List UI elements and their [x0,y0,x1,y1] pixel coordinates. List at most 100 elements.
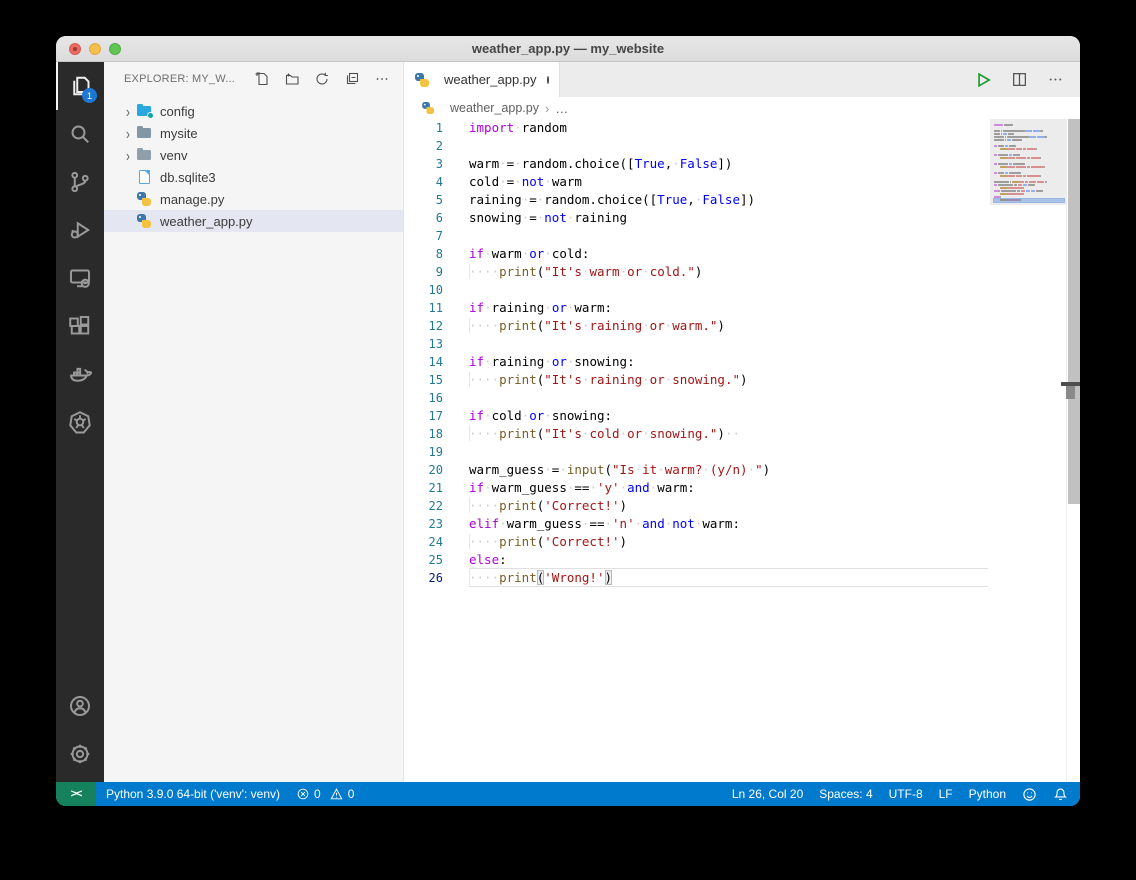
line-content[interactable]: ····print('Correct!') [469,497,990,515]
file-row-weather-app-py[interactable]: weather_app.py [104,210,403,232]
line-content[interactable] [469,443,990,461]
chevron-right-icon[interactable]: › [121,102,135,120]
tab-weather-app[interactable]: weather_app.py [404,62,560,97]
code-line-25[interactable]: 25else: [404,551,990,569]
code-line-19[interactable]: 19 [404,443,990,461]
code-line-16[interactable]: 16 [404,389,990,407]
code-line-14[interactable]: 14if·raining·or·snowing: [404,353,990,371]
account-button[interactable] [56,682,104,730]
language-mode[interactable]: Python [969,787,1006,801]
code-editor[interactable]: 1import·random23warm·=·random.choice([Tr… [404,119,1080,782]
code-line-13[interactable]: 13 [404,335,990,353]
code-line-20[interactable]: 20warm_guess·=·input("Is·it·warm?·(y/n)·… [404,461,990,479]
line-content[interactable]: ····print("It's·warm·or·cold.") [469,263,990,281]
refresh-button[interactable] [311,68,333,90]
breadcrumb-file[interactable]: weather_app.py [450,101,539,115]
code-line-17[interactable]: 17if·cold·or·snowing: [404,407,990,425]
indentation[interactable]: Spaces: 4 [819,787,872,801]
line-content[interactable]: ····print("It's·raining·or·snowing.") [469,371,990,389]
collapse-folders-button[interactable] [341,68,363,90]
sidebar-item-docker[interactable] [56,350,104,398]
run-python-file-button[interactable] [972,69,994,91]
code-line-4[interactable]: 4cold·=·not·warm [404,173,990,191]
line-content[interactable]: if·raining·or·snowing: [469,353,990,371]
line-content[interactable] [469,227,990,245]
code-lines[interactable]: 1import·random23warm·=·random.choice([Tr… [404,119,990,587]
breadcrumb-more[interactable]: … [555,101,568,116]
code-line-12[interactable]: 12····print("It's·raining·or·warm.") [404,317,990,335]
minimize-button[interactable] [89,43,101,55]
line-content[interactable]: if·raining·or·warm: [469,299,990,317]
settings-button[interactable] [56,730,104,778]
line-content[interactable] [469,335,990,353]
line-content[interactable]: raining·=·random.choice([True,·False]) [469,191,990,209]
line-content[interactable]: import·random [469,119,990,137]
file-row-config[interactable]: ›config [104,100,403,122]
code-line-15[interactable]: 15····print("It's·raining·or·snowing.") [404,371,990,389]
code-line-23[interactable]: 23elif·warm_guess·==·'n'·and·not·warm: [404,515,990,533]
line-content[interactable]: ····print('Correct!') [469,533,990,551]
breadcrumb[interactable]: weather_app.py › … [404,97,1080,119]
problems-indicator[interactable]: 0 0 [296,787,354,801]
sidebar-item-extensions[interactable] [56,302,104,350]
more-actions-button[interactable] [371,68,393,90]
python-interpreter[interactable]: Python 3.9.0 64-bit ('venv': venv) [106,787,280,801]
file-row-manage-py[interactable]: manage.py [104,188,403,210]
sidebar-item-run-debug[interactable] [56,206,104,254]
zoom-button[interactable] [109,43,121,55]
code-line-5[interactable]: 5raining·=·random.choice([True,·False]) [404,191,990,209]
sidebar-item-source-control[interactable] [56,158,104,206]
chevron-right-icon[interactable]: › [121,124,135,142]
line-content[interactable]: if·cold·or·snowing: [469,407,990,425]
new-folder-button[interactable] [281,68,303,90]
line-content[interactable]: else: [469,551,990,569]
minimap[interactable] [990,119,1066,205]
code-line-1[interactable]: 1import·random [404,119,990,137]
line-content[interactable]: ····print('Wrong!') [469,569,990,587]
notifications-button[interactable] [1053,787,1068,802]
line-content[interactable] [469,137,990,155]
code-line-8[interactable]: 8if·warm·or·cold: [404,245,990,263]
line-content[interactable]: if·warm_guess·==·'y'·and·warm: [469,479,990,497]
cursor-position[interactable]: Ln 26, Col 20 [732,787,803,801]
sidebar-item-search[interactable] [56,110,104,158]
code-line-24[interactable]: 24····print('Correct!') [404,533,990,551]
code-line-21[interactable]: 21if·warm_guess·==·'y'·and·warm: [404,479,990,497]
feedback-button[interactable] [1022,787,1037,802]
line-content[interactable]: ····print("It's·cold·or·snowing.")·· [469,425,990,443]
line-content[interactable]: snowing·=·not·raining [469,209,990,227]
code-line-3[interactable]: 3warm·=·random.choice([True,·False]) [404,155,990,173]
sidebar-item-kubernetes[interactable] [56,398,104,446]
line-content[interactable] [469,281,990,299]
file-row-db-sqlite3[interactable]: db.sqlite3 [104,166,403,188]
code-line-10[interactable]: 10 [404,281,990,299]
new-file-button[interactable] [251,68,273,90]
line-content[interactable]: warm·=·random.choice([True,·False]) [469,155,990,173]
code-line-7[interactable]: 7 [404,227,990,245]
line-content[interactable]: warm_guess·=·input("Is·it·warm?·(y/n)·") [469,461,990,479]
line-content[interactable] [469,389,990,407]
line-content[interactable]: elif·warm_guess·==·'n'·and·not·warm: [469,515,990,533]
line-content[interactable]: cold·=·not·warm [469,173,990,191]
code-line-11[interactable]: 11if·raining·or·warm: [404,299,990,317]
code-line-6[interactable]: 6snowing·=·not·raining [404,209,990,227]
more-editor-actions-button[interactable] [1044,69,1066,91]
close-button[interactable] [69,43,81,55]
encoding[interactable]: UTF-8 [889,787,923,801]
line-content[interactable]: ····print("It's·raining·or·warm.") [469,317,990,335]
code-line-9[interactable]: 9····print("It's·warm·or·cold.") [404,263,990,281]
file-row-mysite[interactable]: ›mysite [104,122,403,144]
file-row-venv[interactable]: ›venv [104,144,403,166]
remote-indicator[interactable]: >< [56,782,96,806]
vertical-scrollbar[interactable] [1066,119,1080,782]
code-line-18[interactable]: 18····print("It's·cold·or·snowing.")·· [404,425,990,443]
code-line-26[interactable]: 26····print('Wrong!') [404,569,990,587]
split-editor-button[interactable] [1008,69,1030,91]
sidebar-item-remote-explorer[interactable] [56,254,104,302]
chevron-right-icon[interactable]: › [121,146,135,164]
code-line-2[interactable]: 2 [404,137,990,155]
line-content[interactable]: if·warm·or·cold: [469,245,990,263]
eol[interactable]: LF [939,787,953,801]
scrollbar-slider[interactable] [1068,119,1080,504]
modified-dot[interactable] [547,76,549,84]
